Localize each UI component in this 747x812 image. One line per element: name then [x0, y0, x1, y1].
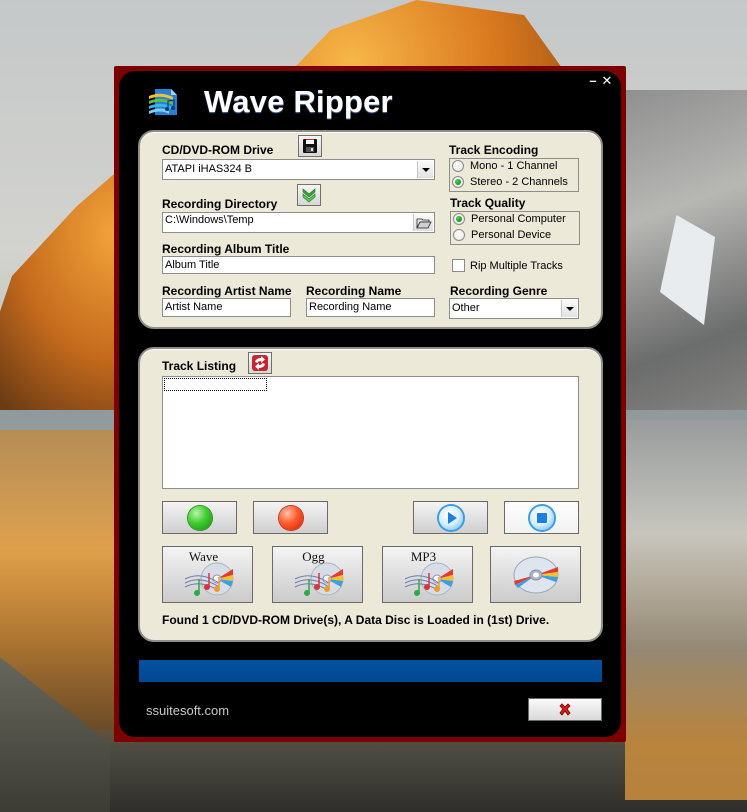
tracks-panel: Track Listing Wave Ogg MP3 Found 1 CD/DV…: [138, 347, 603, 642]
save-drive-button[interactable]: [298, 135, 322, 157]
directory-value: C:\Windows\Temp: [165, 214, 254, 226]
genre-label: Recording Genre: [450, 284, 548, 298]
encoding-label: Track Encoding: [449, 143, 539, 157]
artist-name-input[interactable]: Artist Name: [162, 298, 291, 317]
encoding-stereo-label: Stereo - 2 Channels: [470, 176, 568, 188]
drive-label: CD/DVD-ROM Drive: [162, 143, 274, 157]
radio-computer-indicator: [453, 213, 465, 225]
encoding-mono-radio[interactable]: Mono - 1 Channel: [452, 160, 557, 172]
album-title-input[interactable]: Album Title: [162, 256, 435, 274]
play-icon: [438, 505, 463, 530]
directory-label: Recording Directory: [162, 197, 278, 211]
red-orb-icon: [278, 505, 303, 530]
deselect-tracks-button[interactable]: [253, 501, 328, 534]
apply-directory-button[interactable]: [297, 184, 321, 206]
radio-stereo-indicator: [452, 176, 464, 188]
settings-panel: CD/DVD-ROM Drive ATAPI iHAS324 B Recordi…: [138, 130, 603, 329]
drive-value: ATAPI iHAS324 B: [165, 163, 253, 175]
window-close-button[interactable]: ✕: [601, 74, 613, 88]
track-list-focus-row[interactable]: [164, 378, 267, 391]
app-title: Wave Ripper: [204, 84, 393, 119]
quality-device-label: Personal Device: [471, 229, 552, 241]
wave-ripper-window: Wave Ripper – ✕ CD/DVD-ROM Drive ATAPI i…: [114, 66, 626, 742]
rip-ogg-button[interactable]: Ogg: [272, 546, 363, 603]
radio-mono-indicator: [452, 160, 464, 172]
track-listing-label: Track Listing: [162, 359, 237, 373]
ssuitesoft-link[interactable]: ssuitesoft.com: [146, 703, 229, 718]
browse-folder-button[interactable]: [413, 214, 433, 231]
drive-dropdown-chevron-icon[interactable]: [417, 161, 433, 178]
recording-name-input[interactable]: Recording Name: [306, 298, 435, 317]
quality-computer-radio[interactable]: Personal Computer: [453, 213, 566, 225]
wave-label: Wave: [188, 549, 219, 564]
rip-mp3-button[interactable]: MP3: [382, 546, 473, 603]
encoding-group: Mono - 1 Channel Stereo - 2 Channels: [449, 158, 579, 192]
open-folder-icon: [416, 218, 432, 229]
artist-label: Recording Artist Name: [162, 284, 292, 298]
rip-multiple-label: Rip Multiple Tracks: [470, 259, 563, 272]
lake-reflection-right: [625, 420, 747, 800]
ogg-label: Ogg: [302, 549, 325, 564]
track-list[interactable]: [162, 376, 579, 489]
radio-device-indicator: [453, 229, 465, 241]
window-body: Wave Ripper – ✕ CD/DVD-ROM Drive ATAPI i…: [119, 71, 621, 737]
rip-wave-button[interactable]: Wave: [162, 546, 253, 603]
exit-button[interactable]: [528, 698, 602, 721]
play-button[interactable]: [413, 501, 488, 534]
green-orb-icon: [187, 505, 212, 530]
quality-label: Track Quality: [450, 196, 526, 210]
rip-progress-bar: [139, 660, 602, 682]
refresh-tracks-button[interactable]: [248, 352, 272, 374]
floppy-disk-icon: [303, 139, 317, 153]
quality-device-radio[interactable]: Personal Device: [453, 229, 551, 241]
red-x-icon: [559, 702, 571, 716]
rip-multiple-box: [452, 259, 465, 272]
rip-multiple-checkbox[interactable]: Rip Multiple Tracks: [452, 259, 563, 272]
refresh-icon: [252, 355, 268, 371]
genre-value: Other: [452, 302, 480, 314]
genre-dropdown-chevron-icon[interactable]: [561, 300, 577, 317]
progress-fill: [139, 660, 602, 682]
quality-group: Personal Computer Personal Device: [450, 211, 580, 245]
stop-icon: [529, 505, 554, 530]
drive-select[interactable]: ATAPI iHAS324 B: [162, 159, 435, 180]
encoding-mono-label: Mono - 1 Channel: [470, 160, 558, 172]
mp3-label: MP3: [410, 549, 437, 564]
genre-select[interactable]: Other: [449, 298, 579, 319]
recording-name-label: Recording Name: [306, 284, 402, 298]
quality-computer-label: Personal Computer: [471, 213, 566, 225]
stop-button[interactable]: [504, 501, 579, 534]
double-chevron-down-icon: [302, 188, 316, 203]
encoding-stereo-radio[interactable]: Stereo - 2 Channels: [452, 176, 568, 188]
status-message: Found 1 CD/DVD-ROM Drive(s), A Data Disc…: [162, 613, 550, 627]
directory-input[interactable]: C:\Windows\Temp: [162, 212, 435, 233]
eject-disc-button[interactable]: [490, 546, 581, 603]
minimize-button[interactable]: –: [587, 74, 599, 88]
select-all-tracks-button[interactable]: [162, 501, 237, 534]
album-label: Recording Album Title: [162, 242, 290, 256]
wave-ripper-logo-icon: [149, 89, 177, 115]
cd-disc-icon: [513, 556, 559, 594]
